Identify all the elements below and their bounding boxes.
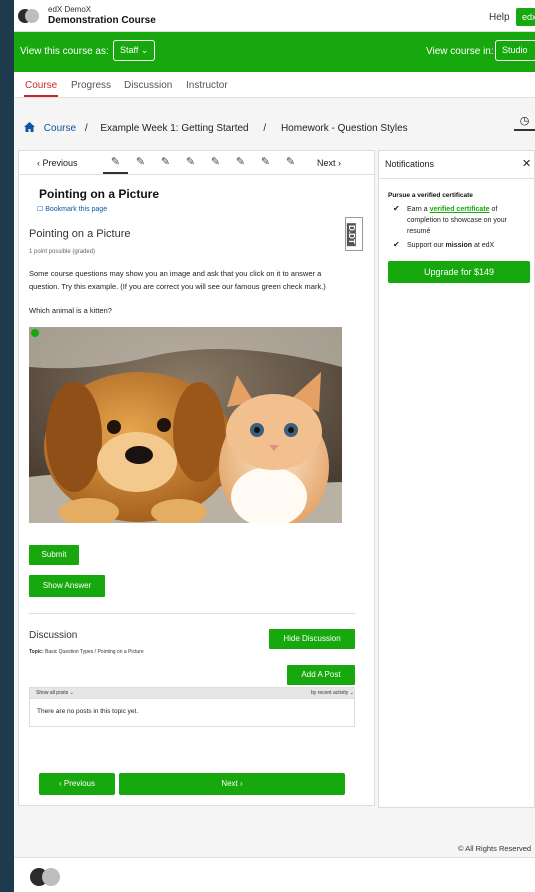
problem-question: Which animal is a kitten? xyxy=(29,306,112,315)
empty-posts-message: There are no posts in this topic yet. xyxy=(29,699,355,727)
hide-discussion-button[interactable]: Hide Discussion xyxy=(269,629,355,649)
unit-title: Pointing on a Picture xyxy=(39,187,160,201)
discussion-title: Discussion xyxy=(29,630,78,641)
close-icon[interactable]: ✕ xyxy=(522,157,531,170)
divider xyxy=(379,178,534,179)
course-content: ‹ Previous ✎ ✎ ✎ ✎ ✎ ✎ ✎ ✎ Next › Pointi… xyxy=(18,150,375,806)
copyright: © All Rights Reserved xyxy=(458,844,532,853)
previous-button[interactable]: ‹ Previous xyxy=(39,773,115,795)
sequence-item-icon[interactable]: ✎ xyxy=(228,151,253,174)
page: edX DemoX Demonstration Course Help edx … xyxy=(14,0,535,892)
problem-description: Some course questions may show you an im… xyxy=(29,269,326,291)
posts-filter-bar: Show all posts ⌄ by recent activity ⌄ xyxy=(29,687,355,699)
clickable-image-puppy-kitten[interactable] xyxy=(29,327,342,523)
studio-button[interactable]: Studio xyxy=(495,40,535,61)
view-as-label: View this course as: xyxy=(20,46,109,57)
tab-course[interactable]: Course xyxy=(25,80,57,91)
tab-instructor[interactable]: Instructor xyxy=(186,80,228,91)
dt-badge[interactable]: D.DT xyxy=(345,217,363,251)
benefit-item: Support our mission at edX xyxy=(407,242,495,249)
clock-icon[interactable]: ◷ xyxy=(514,114,535,131)
user-menu-button[interactable]: edx ⌄ xyxy=(516,8,535,26)
breadcrumb-subsection[interactable]: Homework - Question Styles xyxy=(281,123,408,134)
site-header: edX DemoX Demonstration Course Help edx … xyxy=(14,0,535,32)
divider xyxy=(29,613,355,614)
check-icon: ✔ xyxy=(393,240,400,249)
sequence-previous-button[interactable]: ‹ Previous xyxy=(37,158,78,168)
sequence-item-icon[interactable]: ✎ xyxy=(153,151,178,174)
discussion-topic: Topic: Basic Question Types / Pointing o… xyxy=(29,649,144,655)
sequence-item-icon[interactable]: ✎ xyxy=(178,151,203,174)
breadcrumb-course[interactable]: Course xyxy=(44,123,76,134)
notifications-title: Notifications xyxy=(385,159,435,169)
breadcrumb-separator: / xyxy=(84,123,88,134)
tab-discussion[interactable]: Discussion xyxy=(124,80,172,91)
staff-preview-bar: View this course as: Staff ⌄ View course… xyxy=(14,32,535,72)
help-link[interactable]: Help xyxy=(489,12,510,23)
breadcrumb-separator: / xyxy=(263,123,267,134)
notifications-sidebar: Notifications ✕ Pursue a verified certif… xyxy=(378,150,535,808)
add-post-button[interactable]: Add A Post xyxy=(287,665,355,685)
home-icon[interactable] xyxy=(24,122,38,134)
sort-select[interactable]: by recent activity ⌄ xyxy=(311,690,354,696)
active-tab-indicator xyxy=(24,95,58,97)
sequence-item-icon[interactable]: ✎ xyxy=(278,151,303,174)
footer xyxy=(14,857,535,892)
next-button[interactable]: Next › xyxy=(119,773,345,795)
submit-button[interactable]: Submit xyxy=(29,545,79,565)
check-icon: ✔ xyxy=(393,204,400,213)
sequence-navigation: ‹ Previous ✎ ✎ ✎ ✎ ✎ ✎ ✎ ✎ Next › xyxy=(19,151,374,175)
sequence-item-icon[interactable]: ✎ xyxy=(253,151,278,174)
view-in-label: View course in: xyxy=(426,46,494,57)
sequence-next-button[interactable]: Next › xyxy=(317,158,341,168)
bookmark-button[interactable]: ☐ Bookmark this page xyxy=(37,205,107,213)
problem-points: 1 point possible (graded) xyxy=(29,249,96,255)
pursue-heading: Pursue a verified certificate xyxy=(388,192,473,199)
edx-logo-icon[interactable] xyxy=(18,9,40,23)
breadcrumb: Course / Example Week 1: Getting Started… xyxy=(24,122,414,134)
problem-title: Pointing on a Picture xyxy=(29,228,131,240)
verified-certificate-link[interactable]: verified certificate xyxy=(430,206,490,213)
tab-progress[interactable]: Progress xyxy=(71,80,111,91)
course-tabs: Course Progress Discussion Instructor xyxy=(14,72,535,98)
benefit-item: Earn a verified certificate of completio… xyxy=(407,206,507,235)
upgrade-button[interactable]: Upgrade for $149 xyxy=(388,261,530,283)
sequence-item-icon[interactable]: ✎ xyxy=(203,151,228,174)
view-as-select[interactable]: Staff ⌄ xyxy=(113,40,155,61)
breadcrumb-section[interactable]: Example Week 1: Getting Started xyxy=(100,123,248,134)
course-title: Demonstration Course xyxy=(48,15,156,26)
course-org: edX DemoX xyxy=(48,5,92,14)
show-all-posts-select[interactable]: Show all posts ⌄ xyxy=(36,690,74,696)
sequence-item-icon[interactable]: ✎ xyxy=(128,151,153,174)
sequence-item-icon[interactable]: ✎ xyxy=(103,151,128,174)
show-answer-button[interactable]: Show Answer xyxy=(29,575,105,597)
